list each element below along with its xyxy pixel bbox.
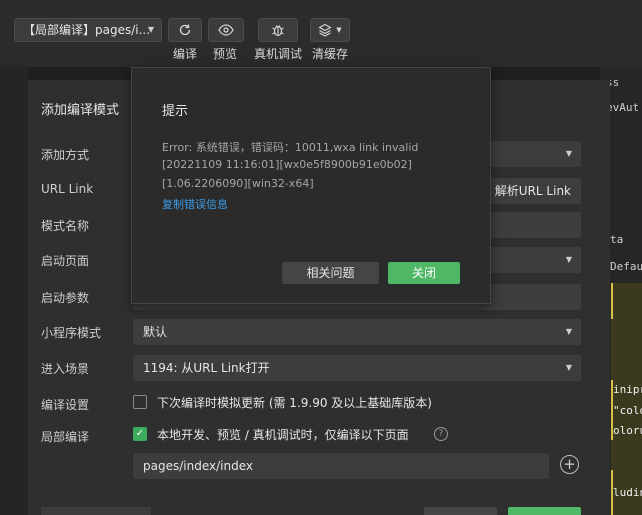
scene-label: 进入场景 — [41, 362, 90, 376]
remote-debug-label: 真机调试 — [254, 47, 303, 61]
mode-name-label: 模式名称 — [41, 219, 90, 233]
related-issues-button[interactable]: 相关问题 — [282, 262, 379, 284]
code-text: ss — [606, 76, 620, 89]
add-method-label: 添加方式 — [41, 148, 90, 162]
page-path-input[interactable]: pages/index/index — [133, 453, 549, 479]
code-highlight-block — [611, 283, 642, 515]
compile-label: 编译 — [173, 47, 198, 61]
scene-value: 1194: 从URL Link打开 — [143, 361, 270, 375]
dialog-title: 添加编译模式 — [41, 103, 120, 118]
popup-title: 提示 — [162, 104, 189, 119]
code-text: ta — [610, 233, 624, 246]
compile-mode-select[interactable]: 【局部编译】pages/i... ▼ — [14, 18, 162, 42]
compile-mode-label: 【局部编译】pages/i... — [23, 23, 151, 37]
page-path-value: pages/index/index — [143, 459, 253, 473]
mini-mode-value: 默认 — [143, 325, 168, 339]
left-background-panel — [0, 67, 28, 515]
compile-button[interactable] — [168, 18, 202, 42]
clear-cache-label: 清缓存 — [312, 47, 349, 61]
code-text: oloru — [613, 424, 642, 437]
partial-compile-label: 局部编译 — [41, 430, 90, 444]
caret-down-icon: ▼ — [147, 25, 154, 34]
error-message-line: [20221109 11:16:01][wx0e5f8900b91e0b02] — [162, 158, 412, 171]
simulate-update-text: 下次编译时模拟更新 (需 1.9.90 及以上基础库版本) — [157, 396, 432, 410]
code-text: "colo — [613, 404, 642, 417]
parse-url-link-button[interactable]: 解析URL Link — [482, 178, 581, 204]
layers-icon — [318, 23, 332, 37]
bug-icon — [272, 25, 284, 37]
code-text: Defau — [610, 260, 642, 273]
confirm-button[interactable] — [508, 507, 581, 515]
preview-button[interactable] — [208, 18, 244, 42]
mini-mode-select[interactable]: 默认 ▼ — [133, 319, 581, 345]
code-text: ludin — [613, 486, 642, 499]
preview-label: 预览 — [213, 47, 238, 61]
start-page-label: 启动页面 — [41, 254, 90, 268]
caret-down-icon: ▼ — [565, 149, 572, 158]
scene-select[interactable]: 1194: 从URL Link打开 ▼ — [133, 355, 581, 381]
code-text: evAut — [606, 101, 640, 114]
partial-compile-text: 本地开发、预览 / 真机调试时，仅编译以下页面 — [157, 428, 409, 442]
eye-icon — [218, 24, 234, 36]
start-params-label: 启动参数 — [41, 291, 90, 305]
code-marker — [611, 283, 613, 319]
bottom-left-button[interactable] — [41, 507, 151, 515]
caret-down-icon: ▼ — [565, 255, 572, 264]
caret-down-icon: ▼ — [336, 26, 342, 34]
error-message-line: Error: 系统错误，错误码：10011,wxa link invalid — [162, 141, 419, 154]
url-link-label: URL Link — [41, 182, 94, 196]
help-icon[interactable]: ? — [434, 427, 448, 441]
mini-mode-label: 小程序模式 — [41, 326, 102, 340]
caret-down-icon: ▼ — [565, 363, 572, 372]
code-text: iniprc — [613, 383, 642, 396]
partial-compile-checkbox[interactable]: ✓ — [133, 427, 147, 441]
clear-cache-button[interactable]: ▼ — [310, 18, 350, 42]
caret-down-icon: ▼ — [565, 327, 572, 336]
compile-settings-label: 编译设置 — [41, 398, 90, 412]
remote-debug-button[interactable] — [258, 18, 298, 42]
cancel-button[interactable] — [424, 507, 497, 515]
add-page-icon[interactable]: + — [560, 455, 579, 474]
copy-error-link[interactable]: 复制错误信息 — [162, 196, 228, 212]
simulate-update-checkbox[interactable] — [133, 395, 147, 409]
error-message-line: [1.06.2206090][win32-x64] — [162, 177, 314, 190]
close-button[interactable]: 关闭 — [388, 262, 460, 284]
refresh-icon — [179, 24, 191, 36]
